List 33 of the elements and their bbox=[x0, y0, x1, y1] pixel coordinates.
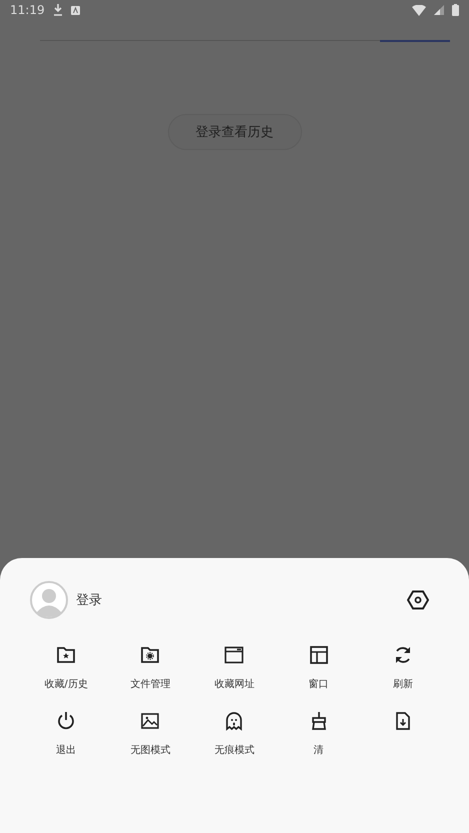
wifi-icon bbox=[412, 4, 426, 16]
menu-item[interactable]: 无痕模式 bbox=[192, 711, 277, 757]
menu-item-label: 收藏/历史 bbox=[44, 678, 88, 691]
login-link[interactable]: 登录 bbox=[76, 591, 102, 609]
settings-icon[interactable] bbox=[407, 590, 429, 610]
status-time: 11:19 bbox=[10, 3, 45, 17]
menu-item-label: 收藏网址 bbox=[214, 678, 254, 691]
menu-item-label: 清 bbox=[314, 744, 324, 757]
download-icon bbox=[52, 4, 63, 16]
menu-item-label: 窗口 bbox=[308, 678, 329, 691]
image-icon bbox=[140, 711, 160, 731]
menu-item-label: 刷新 bbox=[392, 678, 413, 691]
layout-icon bbox=[308, 645, 329, 665]
menu-item-label: 无图模式 bbox=[130, 744, 170, 757]
menu-item[interactable]: 窗口 bbox=[276, 645, 361, 691]
folder-star-icon bbox=[56, 645, 76, 665]
menu-item[interactable]: 清 bbox=[276, 711, 361, 757]
menu-item[interactable]: 文件管理 bbox=[108, 645, 192, 691]
menu-item-label: 文件管理 bbox=[130, 678, 170, 691]
menu-item[interactable]: 无图模式 bbox=[108, 711, 192, 757]
ghost-icon bbox=[224, 711, 244, 731]
battery-icon bbox=[452, 4, 459, 16]
menu-item-label: 无痕模式 bbox=[214, 744, 254, 757]
signal-icon bbox=[434, 5, 444, 15]
menu-item[interactable]: 收藏网址 bbox=[192, 645, 277, 691]
folder-gear-icon bbox=[140, 645, 160, 665]
power-icon bbox=[56, 711, 76, 731]
browser-window-icon bbox=[224, 645, 244, 665]
menu-item[interactable]: 收藏/历史 bbox=[24, 645, 108, 691]
menu-item-label: 退出 bbox=[56, 744, 76, 757]
menu-item[interactable]: 退出 bbox=[24, 711, 108, 757]
notification-icon bbox=[70, 6, 80, 14]
menu-item[interactable]: 刷新 bbox=[360, 645, 445, 691]
